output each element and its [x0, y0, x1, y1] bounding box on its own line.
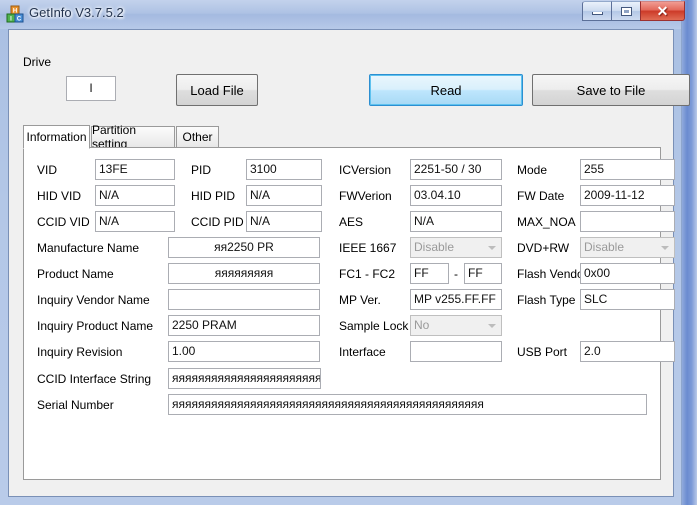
app-blocks-icon: H I C	[6, 5, 24, 23]
mp-ver-input[interactable]: MP v255.FF.FF	[410, 289, 502, 310]
inquiry-product-name-input[interactable]: 2250 PRAM	[168, 315, 320, 336]
tab-information[interactable]: Information	[23, 125, 90, 149]
fw-date-label: FW Date	[517, 189, 565, 203]
aes-input[interactable]: N/A	[410, 211, 502, 232]
vid-input[interactable]: 13FE	[95, 159, 175, 180]
svg-text:C: C	[17, 17, 22, 23]
fwverion-label: FWVerion	[339, 189, 392, 203]
flash-vendor-label: Flash Vendor	[517, 267, 588, 281]
inquiry-vendor-name-input[interactable]	[168, 289, 320, 310]
ccid-pid-label: CCID PID	[191, 215, 244, 229]
icversion-input[interactable]: 2251-50 / 30	[410, 159, 502, 180]
usb-port-label: USB Port	[517, 345, 568, 359]
serial-number-input[interactable]: яяяяяяяяяяяяяяяяяяяяяяяяяяяяяяяяяяяяяяяя…	[168, 394, 647, 415]
ieee-1667-label: IEEE 1667	[339, 241, 397, 255]
information-tab-panel: VID 13FE HID VID N/A CCID VID N/A Manufa…	[23, 147, 675, 480]
fc2-input[interactable]: FF	[464, 263, 502, 284]
icversion-label: ICVersion	[339, 163, 392, 177]
sample-lock-dropdown[interactable]: No	[410, 315, 502, 336]
max-noa-label: MAX_NOA	[517, 215, 576, 229]
maximize-icon	[620, 6, 632, 16]
save-to-file-button[interactable]: Save to File	[532, 74, 690, 106]
ccid-vid-label: CCID VID	[37, 215, 90, 229]
client-area: Drive I Load File Read Save to File Info…	[8, 29, 690, 497]
chevron-down-icon	[484, 316, 500, 335]
sample-lock-value: No	[414, 318, 430, 332]
title-bar[interactable]: H I C GetInfo V3.7.5.2 ✕	[0, 0, 685, 29]
sample-lock-label: Sample Lock	[339, 319, 409, 333]
hid-pid-label: HID PID	[191, 189, 236, 203]
minimize-button[interactable]	[582, 1, 611, 21]
pid-input[interactable]: 3100	[246, 159, 322, 180]
fc-separator: -	[454, 267, 458, 281]
product-name-label: Product Name	[37, 267, 114, 281]
mode-input[interactable]: 255	[580, 159, 675, 180]
manufacture-name-label: Manufacture Name	[37, 241, 140, 255]
aes-label: AES	[339, 215, 364, 229]
drive-input[interactable]: I	[66, 76, 116, 101]
load-file-button[interactable]: Load File	[176, 74, 258, 106]
close-button[interactable]: ✕	[640, 1, 685, 21]
ccid-pid-input[interactable]: N/A	[246, 211, 322, 232]
inquiry-vendor-name-label: Inquiry Vendor Name	[37, 293, 150, 307]
hid-vid-input[interactable]: N/A	[95, 185, 175, 206]
ccid-interface-string-input[interactable]: яяяяяяяяяяяяяяяяяяяяяяяяяя	[168, 368, 321, 389]
inquiry-revision-label: Inquiry Revision	[37, 345, 123, 359]
inquiry-revision-input[interactable]: 1.00	[168, 341, 320, 362]
tab-partition-setting[interactable]: Partition setting	[91, 123, 175, 151]
fwverion-input[interactable]: 03.04.10	[410, 185, 502, 206]
product-name-input[interactable]: яяяяяяяяя	[168, 263, 320, 284]
ccid-vid-input[interactable]: N/A	[95, 211, 175, 232]
max-noa-input[interactable]	[580, 211, 675, 232]
dvd-rw-value: Disable	[584, 240, 625, 254]
ieee-1667-value: Disable	[414, 240, 455, 254]
pid-label: PID	[191, 163, 212, 177]
maximize-button[interactable]	[611, 1, 640, 21]
drive-label: Drive	[23, 55, 52, 69]
flash-type-label: Flash Type	[517, 293, 576, 307]
ieee-1667-dropdown[interactable]: Disable	[410, 237, 502, 258]
minimize-icon	[591, 12, 603, 15]
ccid-interface-string-label: CCID Interface String	[37, 372, 152, 386]
fc1-fc2-label: FC1 - FC2	[339, 267, 396, 281]
dvd-rw-label: DVD+RW	[517, 241, 570, 255]
hid-pid-input[interactable]: N/A	[246, 185, 322, 206]
manufacture-name-input[interactable]: яя2250 PR	[168, 237, 320, 258]
flash-vendor-input[interactable]: 0x00	[580, 263, 675, 284]
usb-port-input[interactable]: 2.0	[580, 341, 675, 362]
chevron-down-icon	[484, 238, 500, 257]
blurred-background-window-text	[180, 0, 540, 26]
interface-label: Interface	[339, 345, 386, 359]
flash-type-input[interactable]: SLC	[580, 289, 675, 310]
hid-vid-label: HID VID	[37, 189, 82, 203]
vid-label: VID	[37, 163, 58, 177]
fw-date-input[interactable]: 2009-11-12	[580, 185, 675, 206]
interface-input[interactable]	[410, 341, 502, 362]
getinfo-window: H I C GetInfo V3.7.5.2 ✕ Drive I Load Fi…	[0, 0, 690, 505]
window-title: GetInfo V3.7.5.2	[29, 5, 124, 20]
fc1-input[interactable]: FF	[410, 263, 449, 284]
mp-ver-label: MP Ver.	[339, 293, 381, 307]
mode-label: Mode	[517, 163, 548, 177]
inquiry-product-name-label: Inquiry Product Name	[37, 319, 154, 333]
serial-number-label: Serial Number	[37, 398, 114, 412]
tab-other[interactable]: Other	[176, 126, 219, 148]
dvd-rw-dropdown[interactable]: Disable	[580, 237, 675, 258]
read-button[interactable]: Read	[369, 74, 523, 106]
close-icon: ✕	[656, 3, 669, 19]
chevron-down-icon	[657, 238, 673, 257]
